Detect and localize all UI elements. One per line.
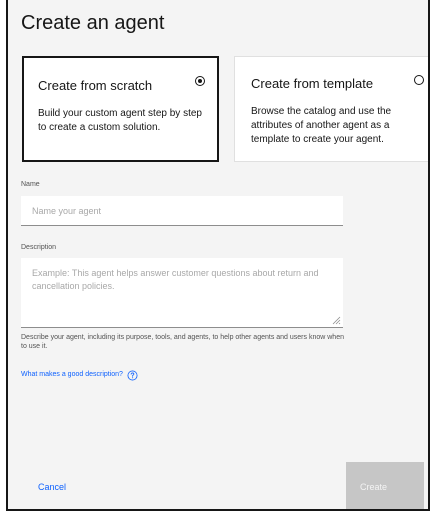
description-field-label: Description — [21, 244, 57, 251]
good-description-link-label: What makes a good description? — [21, 371, 123, 378]
good-description-link[interactable]: What makes a good description? — [21, 369, 138, 381]
create-button[interactable]: Create — [346, 462, 424, 509]
template-tile-title: Create from template — [251, 76, 374, 91]
help-icon — [127, 370, 138, 380]
template-tile-description: Browse the catalog and use the attribute… — [251, 106, 392, 145]
radio-unchecked-icon — [414, 75, 424, 85]
scratch-tile-description: Build your custom agent step by step to … — [38, 108, 202, 133]
radio-checked-icon — [195, 76, 205, 86]
name-input[interactable] — [21, 196, 343, 226]
create-from-template-tile[interactable]: Create from template Browse the catalog … — [234, 56, 428, 162]
resize-handle-icon[interactable] — [332, 316, 341, 325]
description-textarea[interactable] — [21, 258, 343, 328]
dialog-title: Create an agent — [21, 12, 165, 34]
create-agent-dialog: Create an agent Create from scratch Buil… — [6, 0, 430, 511]
dialog-footer: Cancel Create — [8, 462, 428, 509]
scratch-tile-title: Create from scratch — [38, 78, 153, 93]
description-helper-text: Describe your agent, including its purpo… — [21, 334, 344, 350]
create-from-scratch-tile[interactable]: Create from scratch Build your custom ag… — [22, 56, 219, 162]
name-field-label: Name — [21, 181, 40, 188]
cancel-button[interactable]: Cancel — [18, 462, 118, 509]
